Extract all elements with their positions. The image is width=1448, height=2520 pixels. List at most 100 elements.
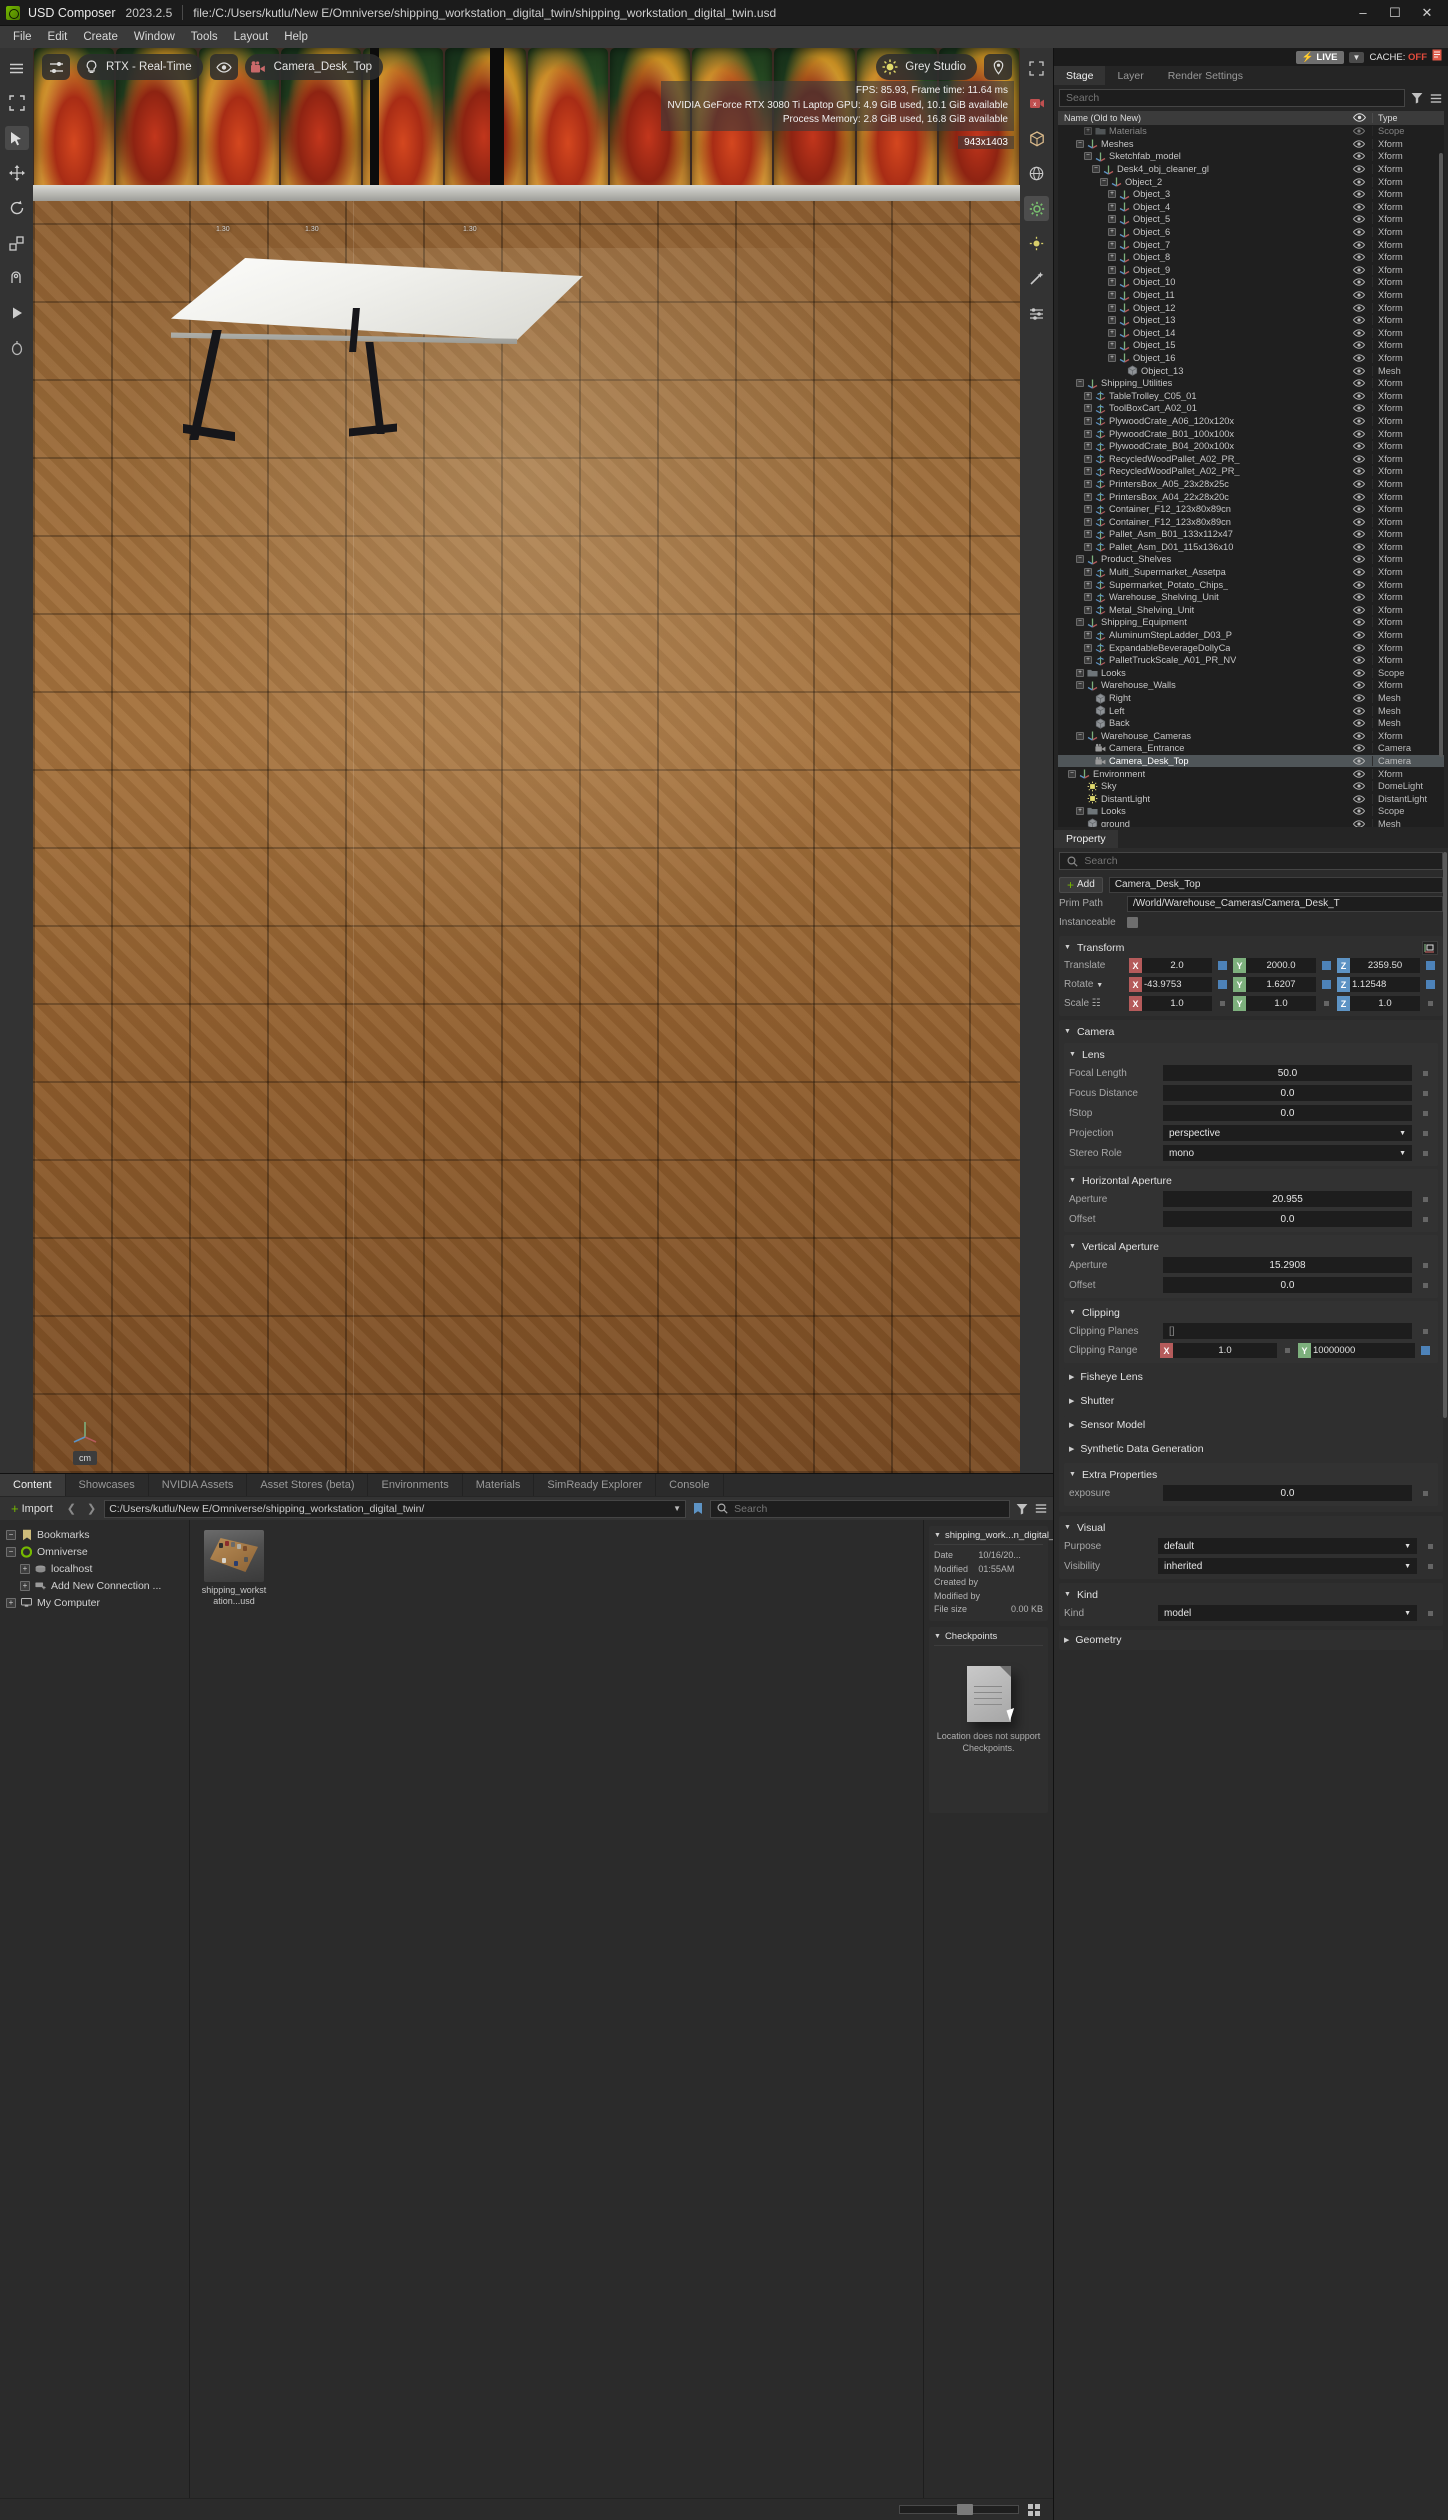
property-scrollbar[interactable] bbox=[1443, 852, 1447, 2516]
content-tab-materials[interactable]: Materials bbox=[462, 1474, 535, 1496]
extra-properties-header[interactable]: ▼ Extra Properties bbox=[1069, 1466, 1433, 1483]
content-asset-grid[interactable]: shipping_workstation...usd bbox=[190, 1520, 923, 2498]
content-tab-asset-stores-beta[interactable]: Asset Stores (beta) bbox=[247, 1474, 369, 1496]
extra-property-keyframe[interactable] bbox=[1423, 1490, 1428, 1496]
chevron-down-icon[interactable]: ▼ bbox=[1096, 982, 1103, 989]
horizontal-aperture-keyframe[interactable] bbox=[1423, 1216, 1428, 1222]
tab-render-settings[interactable]: Render Settings bbox=[1155, 66, 1256, 85]
scale-x-field[interactable]: X 1.0 bbox=[1129, 996, 1212, 1011]
vertical-aperture-value[interactable]: 0.0 bbox=[1163, 1277, 1412, 1293]
expand-icon[interactable]: + bbox=[1076, 668, 1084, 677]
stage-tree[interactable]: + Materials Scope − Meshes Xform − Sketchfab_mo… bbox=[1058, 125, 1444, 827]
visibility-toggle-icon[interactable] bbox=[1346, 694, 1372, 702]
clipping-range-x-keyframe[interactable] bbox=[1285, 1348, 1290, 1353]
visibility-toggle-icon[interactable] bbox=[1346, 329, 1372, 337]
nav-forward-icon[interactable]: ❯ bbox=[84, 1502, 99, 1515]
expand-icon[interactable]: + bbox=[1108, 353, 1116, 362]
wand-icon[interactable] bbox=[1024, 266, 1049, 291]
instanceable-checkbox[interactable] bbox=[1127, 917, 1138, 928]
link-scale-icon[interactable]: ☷ bbox=[1092, 998, 1101, 1009]
stage-tree-row[interactable]: + PlywoodCrate_B04_200x100x Xform bbox=[1058, 440, 1444, 453]
chevron-down-icon[interactable]: ▼ bbox=[1404, 1563, 1411, 1570]
stage-scrollbar[interactable] bbox=[1439, 125, 1443, 827]
visibility-toggle-icon[interactable] bbox=[1346, 606, 1372, 614]
lens-keyframe[interactable] bbox=[1423, 1130, 1428, 1136]
stage-tree-row[interactable]: + Object_8 Xform bbox=[1058, 251, 1444, 264]
collapse-icon[interactable]: − bbox=[1076, 618, 1084, 627]
stage-tree-row[interactable]: − Shipping_Utilities Xform bbox=[1058, 377, 1444, 390]
visibility-toggle-icon[interactable] bbox=[1346, 341, 1372, 350]
visibility-toggle-icon[interactable] bbox=[1346, 631, 1372, 639]
collapse-icon[interactable]: − bbox=[1100, 177, 1108, 186]
stage-tree-row[interactable]: + Looks Scope bbox=[1058, 805, 1444, 818]
collapse-icon[interactable]: − bbox=[6, 1529, 16, 1540]
collapse-icon[interactable]: − bbox=[1076, 731, 1084, 740]
translate-x-keyframe[interactable] bbox=[1218, 961, 1227, 970]
rotate-label[interactable]: Rotate ▼ bbox=[1064, 979, 1126, 990]
visibility-toggle-icon[interactable] bbox=[1346, 455, 1372, 463]
stage-tree-row[interactable]: + Container_F12_123x80x89cn Xform bbox=[1058, 515, 1444, 528]
visibility-toggle-icon[interactable] bbox=[1346, 442, 1372, 450]
stage-tree-row[interactable]: + Object_6 Xform bbox=[1058, 226, 1444, 239]
visibility-toggle-icon[interactable] bbox=[1346, 593, 1372, 601]
visibility-toggle-icon[interactable] bbox=[1346, 429, 1372, 438]
collapse-icon[interactable]: − bbox=[1076, 379, 1084, 388]
visual-keyframe[interactable] bbox=[1428, 1543, 1433, 1549]
visibility-toggle-icon[interactable] bbox=[1346, 681, 1372, 690]
content-tab-console[interactable]: Console bbox=[656, 1474, 724, 1496]
visibility-toggle-icon[interactable] bbox=[1346, 769, 1372, 778]
expand-icon[interactable]: + bbox=[1084, 429, 1092, 438]
chevron-down-icon[interactable]: ▼ bbox=[1404, 1543, 1411, 1550]
expand-icon[interactable]: + bbox=[1084, 643, 1092, 652]
visibility-toggle-icon[interactable] bbox=[1346, 656, 1372, 664]
stage-tree-row[interactable]: + Object_3 Xform bbox=[1058, 188, 1444, 201]
menu-edit[interactable]: Edit bbox=[41, 29, 75, 45]
expand-icon[interactable]: + bbox=[20, 1563, 30, 1574]
menu-layout[interactable]: Layout bbox=[227, 29, 276, 45]
thumbnail-zoom-slider[interactable] bbox=[899, 2504, 1019, 2515]
camera-record-icon[interactable]: x bbox=[1024, 91, 1049, 116]
clipping-planes-field[interactable]: [] bbox=[1163, 1323, 1412, 1339]
stage-tree-row[interactable]: + Multi_Supermarket_Assetpa Xform bbox=[1058, 566, 1444, 579]
collapsed-section-sensor-model[interactable]: ▶ Sensor Model bbox=[1064, 1415, 1438, 1435]
expand-icon[interactable]: + bbox=[1084, 593, 1092, 602]
content-tree-item[interactable]: + localhost bbox=[0, 1560, 189, 1577]
visibility-toggle-icon[interactable] bbox=[1346, 744, 1372, 753]
stage-tree-row[interactable]: + Metal_Shelving_Unit Xform bbox=[1058, 604, 1444, 617]
lens-value[interactable]: 0.0 bbox=[1163, 1105, 1412, 1121]
expand-icon[interactable]: + bbox=[1084, 442, 1092, 451]
select-tool-icon[interactable] bbox=[4, 126, 29, 150]
live-toggle-button[interactable]: ⚡ LIVE bbox=[1295, 50, 1344, 64]
prim-path-field[interactable]: /World/Warehouse_Cameras/Camera_Desk_T bbox=[1127, 895, 1443, 912]
scale-tool-icon[interactable] bbox=[5, 231, 29, 255]
visibility-toggle-icon[interactable] bbox=[1346, 228, 1372, 236]
expand-icon[interactable]: + bbox=[1084, 656, 1092, 665]
stage-tree-row[interactable]: − Object_2 Xform bbox=[1058, 175, 1444, 188]
clipping-range-y-field[interactable]: Y 10000000 bbox=[1298, 1343, 1415, 1358]
visibility-toggle-icon[interactable] bbox=[1346, 732, 1372, 740]
visibility-toggle-icon[interactable] bbox=[1346, 253, 1372, 261]
stage-tree-row[interactable]: + Object_14 Xform bbox=[1058, 327, 1444, 340]
stage-tree-row[interactable]: + ToolBoxCart_A02_01 Xform bbox=[1058, 402, 1444, 415]
viewport-visibility-button[interactable] bbox=[209, 54, 238, 80]
stage-tree-row[interactable]: + Object_16 Xform bbox=[1058, 352, 1444, 365]
globe-icon[interactable] bbox=[1024, 161, 1049, 186]
transform-header[interactable]: ▼ Transform bbox=[1064, 939, 1438, 956]
stage-tree-row[interactable]: Right Mesh bbox=[1058, 692, 1444, 705]
stage-tree-row[interactable]: + Warehouse_Shelving_Unit Xform bbox=[1058, 591, 1444, 604]
collapse-icon[interactable]: − bbox=[1084, 152, 1092, 161]
clipping-planes-keyframe[interactable] bbox=[1423, 1328, 1428, 1334]
vertical-aperture-value[interactable]: 15.2908 bbox=[1163, 1257, 1412, 1273]
stage-tree-row[interactable]: + RecycledWoodPallet_A02_PR_ Xform bbox=[1058, 465, 1444, 478]
render-mode-button[interactable]: RTX - Real-Time bbox=[77, 54, 203, 80]
expand-icon[interactable]: + bbox=[1084, 479, 1092, 488]
vertical-aperture-keyframe[interactable] bbox=[1423, 1282, 1428, 1288]
tab-layer[interactable]: Layer bbox=[1105, 66, 1156, 85]
property-panel-body[interactable]: + Add Camera_Desk_Top Prim Path /World/W… bbox=[1054, 848, 1448, 2520]
expand-icon[interactable]: + bbox=[1084, 542, 1092, 551]
expand-icon[interactable]: + bbox=[1084, 568, 1092, 577]
visibility-toggle-icon[interactable] bbox=[1346, 706, 1372, 715]
stage-tree-row[interactable]: + TableTrolley_C05_01 Xform bbox=[1058, 389, 1444, 402]
expand-icon[interactable]: + bbox=[1084, 605, 1092, 614]
nav-back-icon[interactable]: ❮ bbox=[64, 1502, 79, 1515]
